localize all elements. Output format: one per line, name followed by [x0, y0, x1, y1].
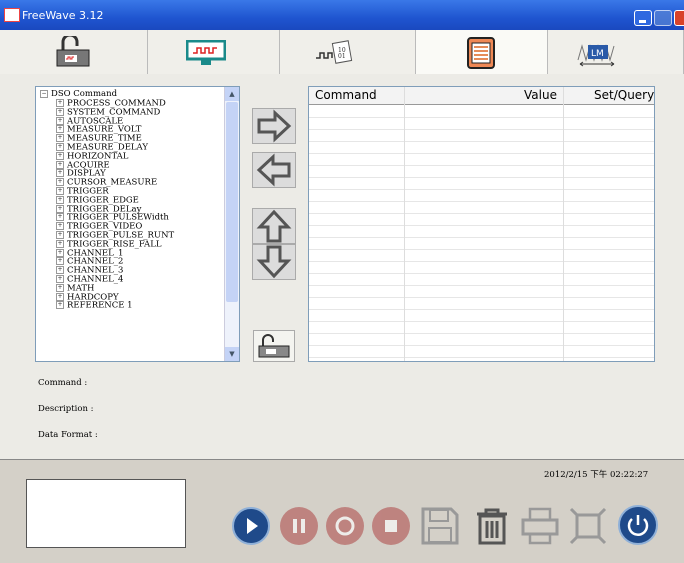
expand-icon[interactable]: +: [56, 248, 64, 257]
expand-icon[interactable]: +: [56, 125, 64, 134]
power-icon: [627, 515, 649, 536]
close-button[interactable]: [674, 10, 684, 26]
expand-icon[interactable]: +: [56, 266, 64, 275]
power-button[interactable]: [618, 505, 658, 545]
expand-icon[interactable]: +: [56, 230, 64, 239]
tab-command-list[interactable]: [416, 30, 548, 74]
scroll-down-icon[interactable]: ▼: [225, 347, 239, 361]
window-title: FreeWave 3.12: [22, 9, 104, 22]
remove-command-button[interactable]: [252, 152, 296, 188]
expand-icon[interactable]: +: [56, 283, 64, 292]
column-divider: [563, 87, 564, 361]
expand-icon[interactable]: +: [56, 134, 64, 143]
arrow-left-icon: [256, 153, 291, 187]
tab-scope-display[interactable]: [148, 30, 280, 74]
toolbar: 10 01 LM: [0, 30, 684, 75]
play-icon: [247, 518, 258, 534]
waveform-data-icon: 10 01: [316, 40, 353, 64]
add-command-button[interactable]: [252, 108, 296, 144]
expand-icon[interactable]: +: [56, 186, 64, 195]
minimize-button[interactable]: [634, 10, 652, 26]
tab-lm-meter[interactable]: LM: [548, 30, 684, 74]
tree-scrollbar[interactable]: ▲ ▼: [224, 87, 239, 361]
collapse-icon[interactable]: −: [40, 89, 48, 98]
expand-icon[interactable]: +: [56, 222, 64, 231]
app-icon: [4, 8, 20, 22]
tree-items: + PROCESS_COMMAND + SYSTEM_COMMAND + AUTOSCAL…: [56, 99, 174, 310]
expand-icon[interactable]: +: [56, 239, 64, 248]
data-format-label: Data Format :: [38, 430, 98, 440]
expand-icon[interactable]: +: [56, 195, 64, 204]
pause-icon: [293, 519, 305, 533]
expand-icon[interactable]: +: [56, 274, 64, 283]
scroll-up-icon[interactable]: ▲: [225, 87, 239, 101]
expand-icon[interactable]: +: [56, 204, 64, 213]
expand-icon[interactable]: +: [56, 169, 64, 178]
expand-icon[interactable]: +: [56, 116, 64, 125]
tree-root[interactable]: − DSO Command: [40, 89, 117, 99]
connect-icon: [258, 334, 290, 358]
expand-icon[interactable]: +: [56, 99, 64, 107]
connect-icon: [56, 36, 90, 67]
command-tree[interactable]: − DSO Command + PROCESS_COMMAND + SYSTEM_COM…: [35, 86, 240, 362]
expand-icon[interactable]: +: [56, 142, 64, 151]
description-label: Description :: [38, 404, 94, 414]
fullscreen-icon[interactable]: [568, 506, 608, 546]
expand-icon[interactable]: +: [56, 257, 64, 266]
connect-small-button[interactable]: [253, 330, 295, 362]
tab-waveform-data[interactable]: 10 01: [280, 30, 416, 74]
tree-root-label: DSO Command: [51, 89, 118, 99]
datetime-display: 2012/2/15 下午 02:22:27: [544, 470, 649, 480]
table-header: Command Value Set/Query: [309, 87, 654, 105]
tree-item[interactable]: + REFERENCE 1: [56, 301, 174, 310]
move-up-button[interactable]: [252, 208, 296, 244]
expand-icon[interactable]: +: [56, 160, 64, 169]
svg-text:LM: LM: [591, 49, 604, 59]
column-header-command[interactable]: Command: [315, 88, 377, 102]
stop-button[interactable]: [372, 507, 410, 545]
trash-icon[interactable]: [472, 506, 512, 546]
maximize-button[interactable]: [654, 10, 672, 26]
scroll-thumb[interactable]: [226, 102, 238, 302]
scope-display-icon: [186, 40, 226, 65]
print-icon[interactable]: [520, 506, 560, 546]
preview-box: [26, 479, 186, 548]
svg-text:01: 01: [338, 53, 346, 60]
play-button[interactable]: [232, 507, 270, 545]
bottom-bar: 2012/2/15 下午 02:22:27: [0, 459, 684, 563]
expand-icon[interactable]: +: [56, 151, 64, 160]
main-panel: − DSO Command + PROCESS_COMMAND + SYSTEM_COM…: [0, 74, 684, 459]
move-down-button[interactable]: [252, 244, 296, 280]
column-divider: [404, 87, 405, 361]
command-table[interactable]: Command Value Set/Query: [308, 86, 655, 362]
command-label: Command :: [38, 378, 88, 388]
expand-icon[interactable]: +: [56, 292, 64, 301]
expand-icon[interactable]: +: [56, 301, 64, 310]
column-header-value[interactable]: Value: [524, 88, 557, 102]
record-button[interactable]: [326, 507, 364, 545]
table-row[interactable]: [309, 345, 654, 358]
arrow-right-icon: [257, 109, 292, 143]
tab-connect[interactable]: [0, 30, 148, 74]
arrow-down-icon: [256, 245, 292, 279]
stop-icon: [385, 520, 397, 532]
lm-meter-icon: LM: [577, 44, 615, 67]
expand-icon[interactable]: +: [56, 107, 64, 116]
expand-icon[interactable]: +: [56, 178, 64, 187]
save-icon[interactable]: [420, 506, 460, 546]
record-icon: [335, 516, 355, 536]
arrow-up-icon: [256, 209, 292, 243]
tree-item-label: REFERENCE 1: [67, 300, 133, 311]
pause-button[interactable]: [280, 507, 318, 545]
expand-icon[interactable]: +: [56, 213, 64, 222]
command-list-icon: [467, 37, 495, 69]
column-header-set-query[interactable]: Set/Query: [594, 88, 654, 102]
title-bar: FreeWave 3.12: [0, 0, 684, 30]
